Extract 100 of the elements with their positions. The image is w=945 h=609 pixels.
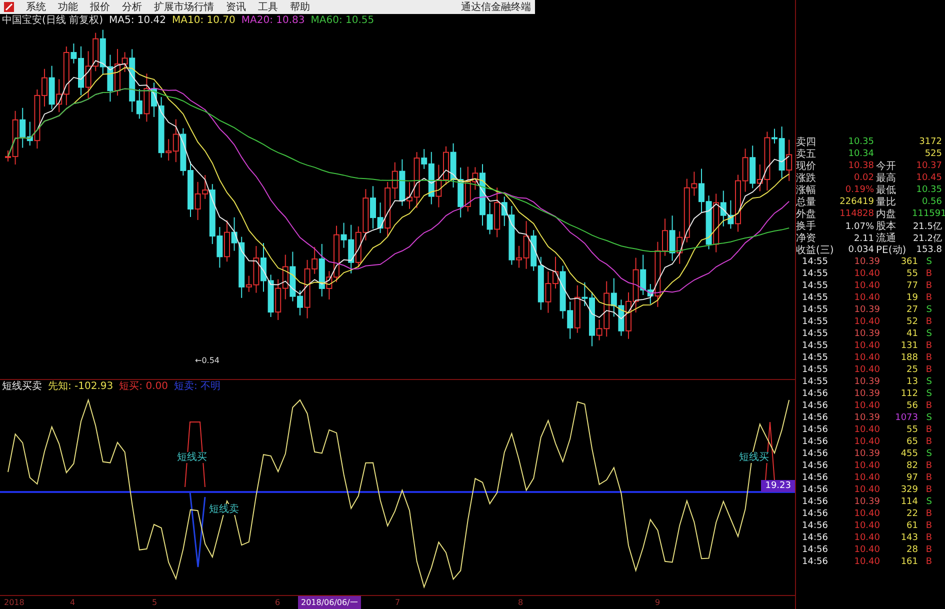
- tick-price: 10.39: [853, 377, 880, 387]
- tick-volume: 188: [900, 353, 918, 363]
- tick-volume: 329: [900, 485, 918, 495]
- quote-value: 10.35: [847, 137, 875, 147]
- tick-side: B: [924, 485, 932, 495]
- quote-value: 10.35: [915, 185, 943, 195]
- indicator-label: 短线买卖: [2, 380, 42, 392]
- tick-time: 14:56: [802, 437, 829, 447]
- quote-label: 最高: [876, 172, 897, 184]
- tick-time: 14:56: [802, 557, 829, 567]
- tick-side: B: [924, 509, 932, 519]
- tick-time: 14:56: [802, 389, 829, 399]
- tick-price: 10.40: [853, 509, 880, 519]
- menu-item[interactable]: 报价: [90, 0, 110, 14]
- tick-price: 10.39: [853, 449, 880, 459]
- quote-value: 10.34: [847, 149, 875, 159]
- tick-side: B: [924, 437, 932, 447]
- tick-time: 14:55: [802, 257, 829, 267]
- tick-price: 10.40: [853, 425, 880, 435]
- quote-label: 今开: [876, 160, 897, 172]
- quote-value: 0.02: [852, 173, 875, 183]
- tick-side: B: [924, 521, 932, 531]
- quote-value: 114828: [838, 209, 875, 219]
- quote-value: 1.07%: [844, 222, 875, 232]
- quote-value: 21.2亿: [912, 233, 943, 245]
- tick-price: 10.40: [853, 317, 880, 327]
- menu-item[interactable]: 分析: [122, 0, 142, 14]
- tick-time: 14:56: [802, 401, 829, 411]
- axis-label: 5: [152, 598, 158, 607]
- ma-label: MA60: 10.55: [310, 14, 374, 26]
- tick-volume: 131: [900, 341, 918, 351]
- quote-label: 最低: [876, 184, 897, 196]
- chart-title: 中国宝安(日线 前复权): [2, 14, 103, 26]
- tick-price: 10.40: [853, 533, 880, 543]
- menu-item[interactable]: 工具: [258, 0, 278, 14]
- tick-price: 10.40: [853, 341, 880, 351]
- quote-label: 量比: [876, 196, 897, 208]
- axis-label: 7: [395, 598, 400, 607]
- menu-item[interactable]: 系统: [26, 0, 46, 14]
- tick-time: 14:55: [802, 341, 829, 351]
- axis-label: 2018: [4, 598, 24, 607]
- menu-item[interactable]: 资讯: [226, 0, 246, 14]
- tick-time: 14:56: [802, 425, 829, 435]
- tick-side: B: [924, 545, 932, 555]
- quote-label: 流通: [876, 233, 897, 244]
- tick-volume: 65: [906, 437, 918, 447]
- tick-time: 14:55: [802, 293, 829, 303]
- tick-time: 14:56: [802, 497, 829, 507]
- quote-value: 226419: [838, 197, 875, 207]
- tick-volume: 13: [906, 377, 918, 387]
- tick-price: 10.39: [853, 389, 880, 399]
- tick-volume: 112: [900, 389, 918, 399]
- indicator-value-tag: 19.23: [761, 480, 795, 492]
- tick-time: 14:55: [802, 329, 829, 339]
- tick-time: 14:56: [802, 521, 829, 531]
- tick-side: S: [925, 329, 932, 339]
- tick-time: 14:55: [802, 365, 829, 375]
- quote-value: 10.37: [915, 161, 943, 171]
- quote-label: 卖五: [796, 148, 817, 160]
- tick-volume: 114: [900, 497, 918, 507]
- quote-value: 2.11: [852, 234, 875, 244]
- indicator-label: 短买: 0.00: [119, 380, 168, 392]
- tick-time: 14:56: [802, 473, 829, 483]
- tick-price: 10.39: [853, 413, 880, 423]
- tick-price: 10.40: [853, 521, 880, 531]
- quote-value: 0.034: [847, 245, 875, 255]
- tick-side: S: [925, 377, 932, 387]
- tick-side: B: [924, 353, 932, 363]
- menu-item[interactable]: 帮助: [290, 0, 310, 14]
- quote-value: 153.8: [915, 245, 943, 255]
- menu-item[interactable]: 功能: [58, 0, 78, 14]
- quote-label: 内盘: [876, 208, 897, 220]
- quote-label: 收益(三): [796, 244, 835, 256]
- tick-side: B: [924, 341, 932, 351]
- ma-label: MA20: 10.83: [241, 14, 305, 26]
- tick-side: B: [924, 281, 932, 291]
- menu-item[interactable]: 扩展市场行情: [154, 0, 214, 14]
- tick-price: 10.40: [853, 293, 880, 303]
- tick-price: 10.40: [853, 545, 880, 555]
- tick-side: S: [925, 305, 932, 315]
- signal-label: 短线买: [176, 452, 208, 463]
- tick-time: 14:55: [802, 353, 829, 363]
- tick-side: S: [925, 497, 932, 507]
- tick-side: B: [924, 461, 932, 471]
- tick-side: B: [924, 557, 932, 567]
- tick-volume: 77: [906, 281, 918, 291]
- tick-time: 14:56: [802, 533, 829, 543]
- tick-price: 10.40: [853, 557, 880, 567]
- quote-label: 涨幅: [796, 184, 817, 196]
- tick-volume: 1073: [894, 413, 918, 423]
- signal-label: 短线卖: [208, 504, 240, 515]
- tick-time: 14:55: [802, 281, 829, 291]
- tick-side: S: [925, 257, 932, 267]
- tick-volume: 161: [900, 557, 918, 567]
- ma-label: MA5: 10.42: [108, 14, 166, 26]
- ma-label: MA10: 10.70: [172, 14, 236, 26]
- app-logo-icon: [4, 2, 14, 12]
- tick-time: 14:55: [802, 317, 829, 327]
- low-price-label: ←0.54: [195, 356, 220, 365]
- tick-time: 14:55: [802, 305, 829, 315]
